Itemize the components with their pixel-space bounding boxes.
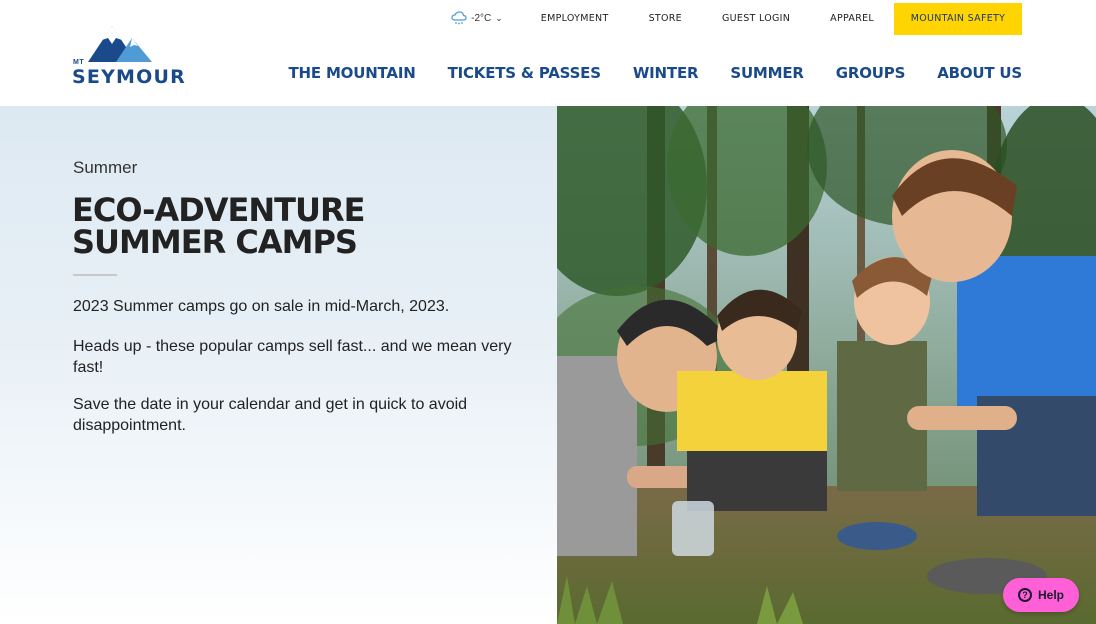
mt-seymour-logo[interactable]: MT SEYMOUR <box>72 22 196 88</box>
logo-prefix: MT <box>73 59 85 66</box>
hero-title: ECO-ADVENTURE SUMMER CAMPS <box>72 194 492 258</box>
nav-winter[interactable]: WINTER <box>633 64 699 82</box>
logo-wordmark: SEYMOUR <box>72 66 186 88</box>
hero-paragraph: 2023 Summer camps go on sale in mid-Marc… <box>73 298 450 315</box>
help-question-icon: ? <box>1017 588 1032 602</box>
site-header: MT SEYMOUR -2°C ⌄ EMPLOYMENT STORE GUEST… <box>0 0 1096 106</box>
nav-the-mountain[interactable]: THE MOUNTAIN <box>288 64 415 82</box>
hero-eyebrow: Summer <box>73 158 138 177</box>
nav-groups[interactable]: GROUPS <box>836 64 906 82</box>
nav-summer[interactable]: SUMMER <box>730 64 804 82</box>
apparel-link[interactable]: APPAREL <box>830 13 874 24</box>
cloud-snow-icon <box>451 11 467 25</box>
help-label: Help <box>1037 588 1064 602</box>
hero-paragraph: Heads up - these popular camps sell fast… <box>73 338 512 376</box>
mountain-safety-button[interactable]: MOUNTAIN SAFETY <box>894 2 1022 35</box>
title-divider <box>73 274 117 276</box>
hero-paragraph: Save the date in your calendar and get i… <box>73 396 468 434</box>
guest-login-link[interactable]: GUEST LOGIN <box>722 13 790 24</box>
nav-about-us[interactable]: ABOUT US <box>937 64 1022 82</box>
help-button[interactable]: ? Help <box>1003 578 1079 612</box>
weather-widget[interactable]: -2°C ⌄ <box>451 11 503 25</box>
mountain-logo-icon <box>88 26 152 62</box>
hero-title-line-1: ECO-ADVENTURE <box>72 191 365 229</box>
hero-title-line-2: SUMMER CAMPS <box>72 223 358 261</box>
main-nav: THE MOUNTAIN TICKETS & PASSES WINTER SUM… <box>288 64 1022 82</box>
nav-tickets-passes[interactable]: TICKETS & PASSES <box>448 64 601 82</box>
employment-link[interactable]: EMPLOYMENT <box>541 13 609 24</box>
store-link[interactable]: STORE <box>649 13 682 24</box>
hero-text-panel: Summer ECO-ADVENTURE SUMMER CAMPS 2023 S… <box>0 106 557 624</box>
chevron-down-icon: ⌄ <box>495 12 503 23</box>
temperature-text: -2°C <box>471 12 492 24</box>
utility-nav: -2°C ⌄ EMPLOYMENT STORE GUEST LOGIN APPA… <box>451 0 1022 36</box>
hero-photo-kids-in-forest <box>557 106 1096 624</box>
